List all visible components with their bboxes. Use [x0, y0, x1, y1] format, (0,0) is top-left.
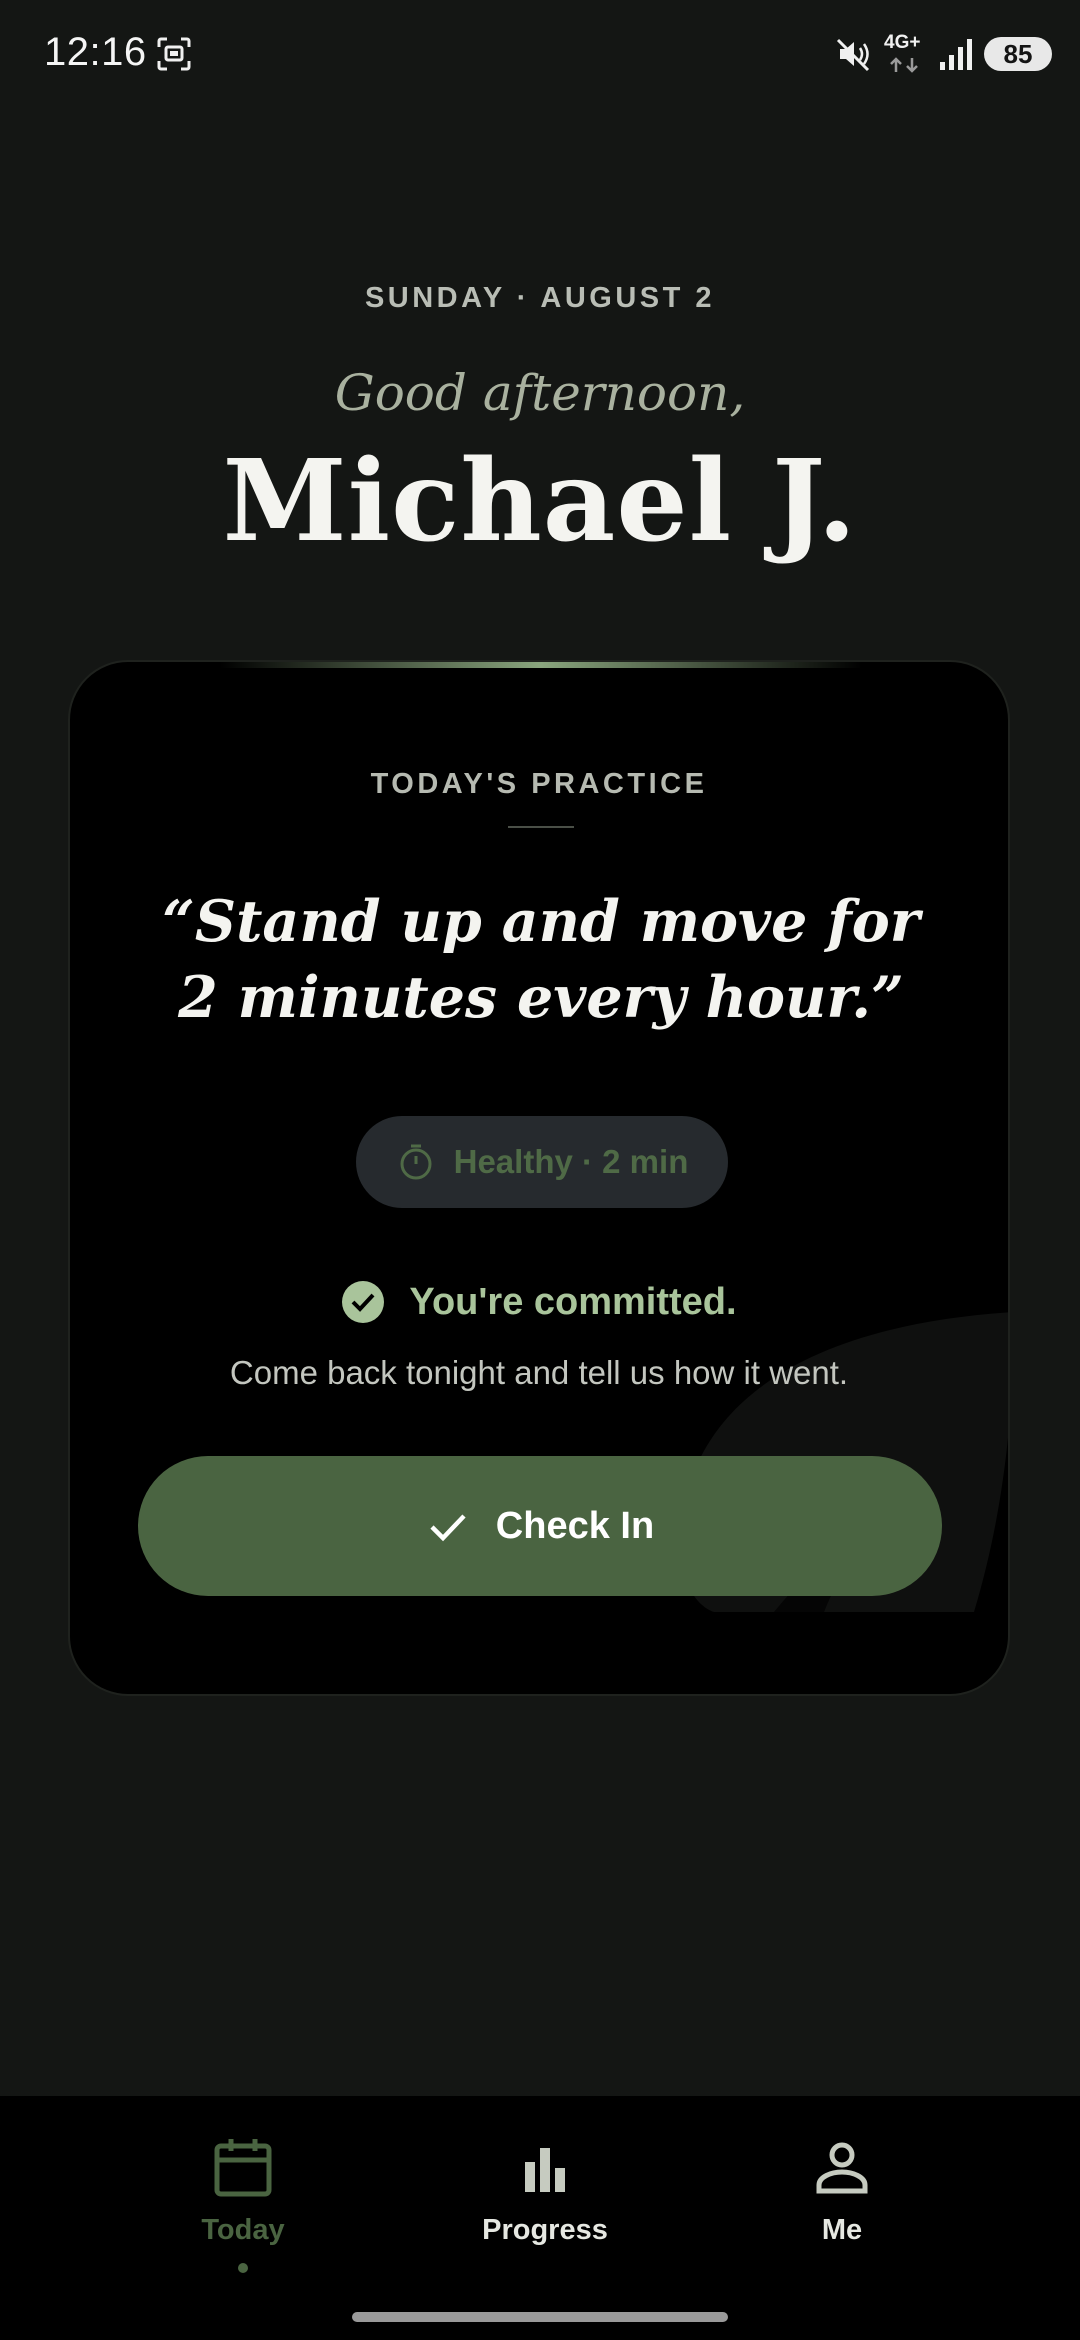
- commitment-status: You're committed.: [70, 1280, 1008, 1324]
- bottom-nav: Today Progress Me: [0, 2096, 1080, 2340]
- home-indicator[interactable]: [352, 2312, 728, 2322]
- status-icons: 4G+ 85: [834, 32, 1052, 76]
- greeting-text: Good afternoon,: [334, 364, 746, 422]
- mute-icon: [836, 38, 870, 72]
- nav-item-me[interactable]: Me: [742, 2136, 942, 2247]
- user-name: Michael J.: [222, 436, 858, 567]
- status-time: 12:16: [44, 30, 147, 74]
- practice-title: TODAY'S PRACTICE: [370, 768, 708, 800]
- nav-label-today: Today: [201, 2214, 285, 2246]
- active-indicator-dot: [238, 2263, 248, 2273]
- bar-chart-icon: [525, 2148, 565, 2192]
- nav-item-today[interactable]: Today: [143, 2136, 343, 2273]
- network-type: 4G+: [884, 32, 921, 53]
- person-icon: [816, 2142, 868, 2194]
- nav-label-me: Me: [821, 2214, 863, 2246]
- category-tag-label: Healthy · 2 min: [453, 1143, 689, 1180]
- nav-item-progress[interactable]: Progress: [445, 2136, 645, 2247]
- battery-level: 85: [984, 37, 1052, 71]
- commitment-text: You're committed.: [409, 1280, 737, 1323]
- check-icon: [430, 1514, 466, 1542]
- network-indicator: 4G+: [884, 32, 928, 74]
- check-circle-icon: [342, 1281, 385, 1323]
- screenshot-icon: [157, 37, 191, 71]
- data-arrows-icon: [890, 57, 918, 73]
- timer-icon: [400, 1144, 432, 1180]
- check-in-label: Check In: [495, 1504, 655, 1547]
- status-bar: 12:16 4G+ 85: [0, 0, 1080, 112]
- nav-label-progress: Progress: [482, 2214, 608, 2246]
- practice-quote: “Stand up and move for 2 minutes every h…: [162, 888, 920, 1031]
- practice-card: TODAY'S PRACTICE “Stand up and move for …: [68, 660, 1010, 1696]
- check-in-button[interactable]: Check In: [138, 1456, 942, 1596]
- title-divider: [508, 826, 574, 828]
- signal-icon: [940, 39, 972, 70]
- date-label: SUNDAY · AUGUST 2: [364, 282, 716, 314]
- calendar-icon: [214, 2139, 272, 2197]
- card-top-glow: [220, 662, 862, 668]
- commitment-subtext: Come back tonight and tell us how it wen…: [229, 1354, 849, 1391]
- category-tag: Healthy · 2 min: [356, 1116, 728, 1208]
